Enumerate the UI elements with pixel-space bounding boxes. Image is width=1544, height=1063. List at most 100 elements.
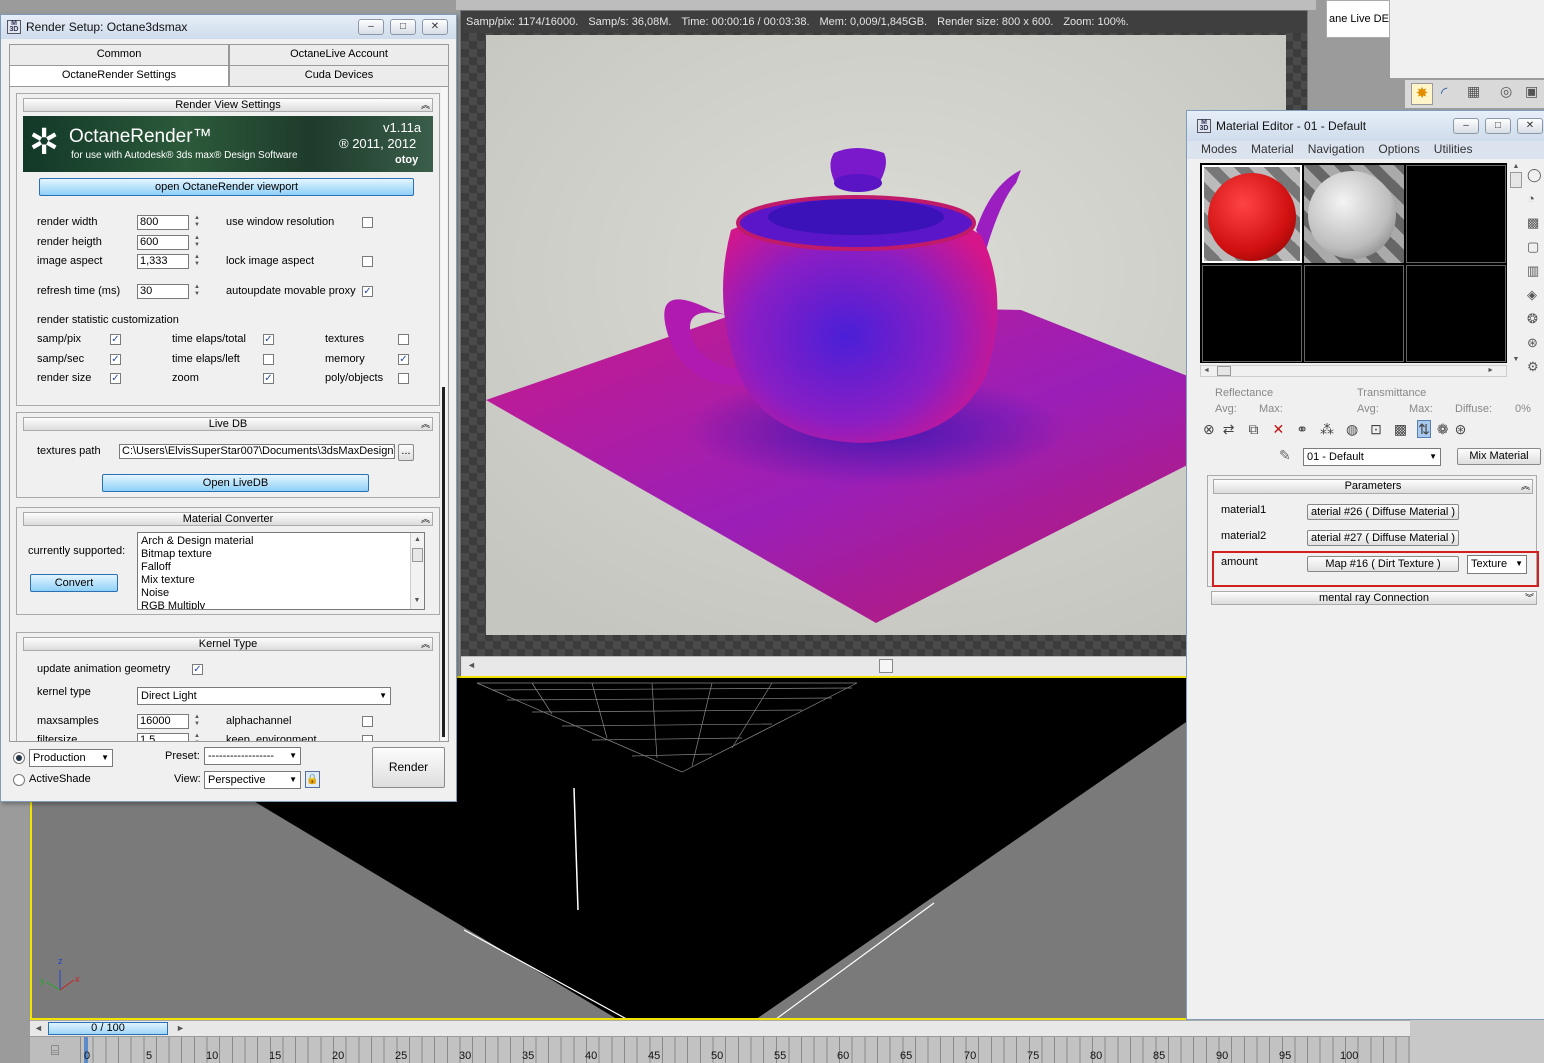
lock-image-aspect-checkbox[interactable] — [362, 256, 373, 267]
rollout-header[interactable]: Render View Settings ︽ — [23, 98, 433, 112]
production-select[interactable]: Production ▼ — [29, 749, 113, 767]
put-to-library-icon[interactable]: ⁂ — [1320, 421, 1334, 437]
uv-tiling-icon[interactable]: ▢ — [1527, 235, 1544, 259]
tab-cuda-devices[interactable]: Cuda Devices — [229, 65, 449, 86]
color-check-icon[interactable]: ▥ — [1527, 259, 1544, 283]
render-width-input[interactable]: 800 — [137, 215, 189, 230]
stat-textures-checkbox[interactable] — [398, 334, 409, 345]
render-button[interactable]: Render — [372, 747, 445, 788]
pick-material-eyedropper-icon[interactable]: ✎ — [1279, 447, 1291, 464]
supported-list[interactable]: Arch & Design material Bitmap texture Fa… — [137, 532, 425, 610]
render-height-spinner[interactable]: ▲ ▼ — [193, 235, 201, 250]
image-aspect-spinner[interactable]: ▲ ▼ — [193, 254, 201, 269]
maximize-button[interactable]: □ — [390, 19, 416, 35]
stat-time-total-checkbox[interactable]: ✓ — [263, 334, 274, 345]
browse-button[interactable]: ... — [398, 444, 414, 461]
sample-type-icon[interactable]: ◯ — [1527, 163, 1544, 187]
refresh-time-input[interactable]: 30 — [137, 284, 189, 299]
options-icon[interactable]: ❂ — [1527, 307, 1544, 331]
scroll-left-arrow[interactable]: ◄ — [467, 660, 476, 670]
stat-poly-objects-checkbox[interactable] — [398, 373, 409, 384]
image-aspect-input[interactable]: 1,333 — [137, 254, 189, 269]
go-forward-icon[interactable]: ❁ — [1437, 421, 1449, 437]
menu-options[interactable]: Options — [1378, 142, 1419, 156]
list-item[interactable]: Arch & Design material — [141, 535, 421, 548]
arc-icon[interactable]: ◜ — [1441, 83, 1447, 103]
sample-slot-red[interactable] — [1202, 165, 1302, 263]
convert-button[interactable]: Convert — [30, 574, 118, 592]
update-animation-checkbox[interactable]: ✓ — [192, 664, 203, 675]
minimize-button[interactable]: – — [358, 19, 384, 35]
stat-memory-checkbox[interactable]: ✓ — [398, 354, 409, 365]
minimize-button[interactable]: – — [1453, 118, 1479, 134]
maxsamples-spinner[interactable]: ▲ ▼ — [193, 714, 201, 729]
stat-zoom-checkbox[interactable]: ✓ — [263, 373, 274, 384]
list-item[interactable]: Noise — [141, 587, 421, 600]
time-next-arrow[interactable]: ► — [176, 1023, 185, 1033]
stat-samp-sec-checkbox[interactable]: ✓ — [110, 354, 121, 365]
refresh-time-spinner[interactable]: ▲ ▼ — [193, 284, 201, 299]
material1-button[interactable]: aterial #26 ( Diffuse Material ) — [1307, 504, 1459, 520]
tab-octanerender-settings[interactable]: OctaneRender Settings — [9, 65, 229, 86]
backlight-icon[interactable]: ◔ — [1527, 187, 1544, 211]
use-window-resolution-checkbox[interactable] — [362, 217, 373, 228]
view-select[interactable]: Perspective ▼ — [204, 771, 301, 789]
material-options-icon[interactable]: ⊛ — [1455, 421, 1467, 437]
sample-slot-empty[interactable] — [1304, 265, 1404, 362]
render-image[interactable] — [486, 35, 1286, 635]
rollout-header[interactable]: Material Converter ︽ — [23, 512, 433, 526]
slots-hscroll[interactable]: ◄ ► — [1200, 365, 1507, 377]
stat-samp-pix-checkbox[interactable]: ✓ — [110, 334, 121, 345]
scene-icon[interactable]: ▣ — [1525, 83, 1538, 100]
list-item[interactable]: Mix texture — [141, 574, 421, 587]
sample-slot-empty[interactable] — [1406, 265, 1506, 362]
delete-icon[interactable]: ✕ — [1272, 421, 1284, 437]
trackbar-icon[interactable]: ⌸ — [30, 1037, 80, 1063]
time-slider-thumb[interactable]: 0 / 100 — [48, 1022, 168, 1035]
camera-icon[interactable]: ◎ — [1500, 83, 1512, 100]
amount-texture-select[interactable]: Texture ▼ — [1467, 555, 1527, 574]
background-icon[interactable]: ▩ — [1527, 211, 1544, 235]
live-db-tab[interactable]: ane Live DE — [1326, 0, 1390, 38]
sample-slot-empty[interactable] — [1202, 265, 1302, 362]
close-button[interactable]: ✕ — [1517, 118, 1543, 134]
assign-material-icon[interactable]: ⧉ — [1248, 421, 1258, 437]
preview-icon[interactable]: ◈ — [1527, 283, 1544, 307]
maximize-button[interactable]: □ — [1485, 118, 1511, 134]
menu-navigation[interactable]: Navigation — [1308, 142, 1365, 156]
rollout-header[interactable]: Live DB ︽ — [23, 417, 433, 431]
tab-common[interactable]: Common — [9, 44, 229, 65]
menu-utilities[interactable]: Utilities — [1434, 142, 1473, 156]
sun-icon[interactable]: ✸ — [1411, 83, 1433, 105]
production-radio[interactable] — [13, 752, 25, 764]
material-name-select[interactable]: 01 - Default ▼ — [1303, 448, 1441, 466]
show-map-icon[interactable]: ⊡ — [1370, 421, 1382, 437]
alphachannel-checkbox[interactable] — [362, 716, 373, 727]
autoupdate-proxy-checkbox[interactable]: ✓ — [362, 286, 373, 297]
material2-button[interactable]: aterial #27 ( Diffuse Material ) — [1307, 530, 1459, 546]
amount-map-button[interactable]: Map #16 ( Dirt Texture ) — [1307, 556, 1459, 572]
select-by-material-icon[interactable]: ⊛ — [1527, 331, 1544, 355]
list-item[interactable]: Falloff — [141, 561, 421, 574]
render-height-input[interactable]: 600 — [137, 235, 189, 250]
activeshade-radio[interactable] — [13, 774, 25, 786]
render-hscrollbar[interactable]: ◄ — [461, 656, 1307, 676]
preset-select[interactable]: ------------------ ▼ — [204, 747, 301, 765]
maxsamples-input[interactable]: 16000 — [137, 714, 189, 729]
sample-slot-empty[interactable] — [1406, 165, 1506, 263]
material-editor-titlebar[interactable]: M 3D Material Editor - 01 - Default – □ ✕ — [1187, 111, 1544, 141]
get-material-icon[interactable]: ⊗ — [1203, 421, 1215, 437]
open-octane-viewport-button[interactable]: open OctaneRender viewport — [39, 178, 414, 196]
render-setup-titlebar[interactable]: M 3D Render Setup: Octane3dsmax – □ ✕ — [1, 15, 456, 39]
rollout-header[interactable]: Parameters ︽ — [1213, 479, 1533, 494]
filtersize-input[interactable]: 1.5 — [137, 733, 189, 741]
close-button[interactable]: ✕ — [422, 19, 448, 35]
render-width-spinner[interactable]: ▲ ▼ — [193, 215, 201, 230]
material-id-icon[interactable]: ◍ — [1346, 421, 1358, 437]
slots-vscroll[interactable]: ▲ ▼ — [1510, 163, 1522, 363]
trackbar[interactable]: 0 5 10 15 20 25 30 35 40 45 50 55 60 65 … — [80, 1037, 1410, 1063]
list-item[interactable]: Bitmap texture — [141, 548, 421, 561]
menu-material[interactable]: Material — [1251, 142, 1294, 156]
sample-slot-white[interactable] — [1304, 165, 1404, 263]
textures-path-input[interactable]: C:\Users\ElvisSuperStar007\Documents\3ds… — [119, 444, 395, 459]
